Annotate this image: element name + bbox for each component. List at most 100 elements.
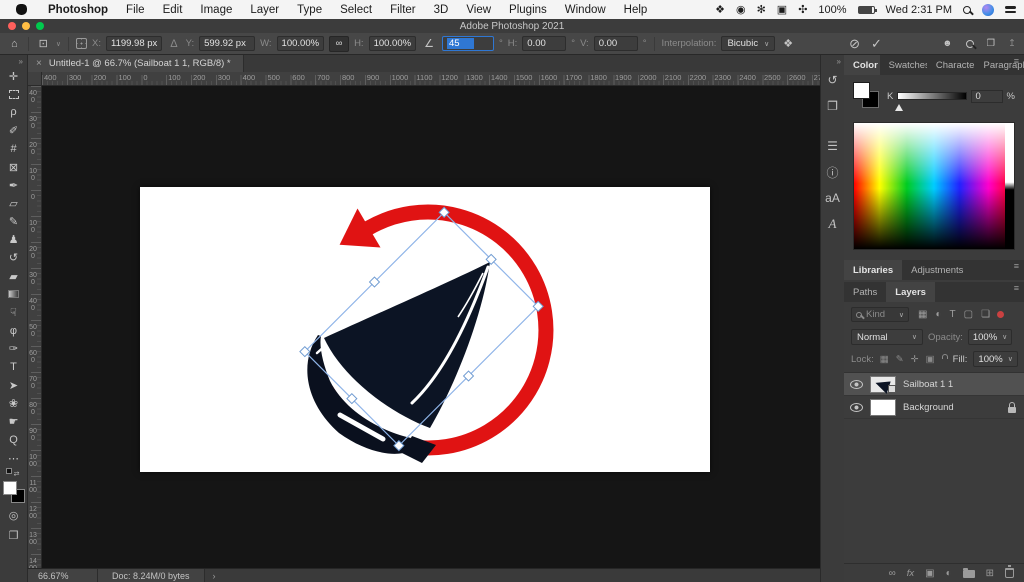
tab-paths[interactable]: Paths [844,282,886,302]
screen-mode-icon[interactable]: ❐ [9,527,19,544]
k-value-field[interactable]: 0 [970,89,1003,103]
filter-smart-objects-icon[interactable]: ❏ [981,309,990,320]
filter-adjustment-layers-icon[interactable]: ◐ [935,309,941,320]
new-adjustment-layer-icon[interactable]: ◐ [946,568,952,579]
filter-shape-layers-icon[interactable]: ▢ [964,309,973,320]
canvas[interactable] [140,187,710,472]
zoom-window-button[interactable] [36,22,44,30]
k-slider-bar[interactable] [897,92,967,100]
tab-menu-icon[interactable]: ≡ [1014,284,1019,292]
status-options-chevron-icon[interactable]: › [205,571,224,581]
history-brush-tool[interactable]: ↺ [0,249,28,267]
layer-filtering-toggle[interactable] [997,311,1005,318]
minimize-window-button[interactable] [22,22,30,30]
apple-menu-icon[interactable] [16,4,27,15]
healing-brush-tool[interactable]: ▱ [0,194,28,212]
path-selection-tool[interactable]: ➤ [0,376,28,394]
menu-help[interactable]: Help [615,4,657,16]
filter-type-layers-icon[interactable]: T [950,309,956,320]
y-position-field[interactable]: 599.92 px [199,36,256,51]
workspace-switcher-icon[interactable]: ❐ [987,38,996,49]
zoom-tool[interactable]: Q [0,431,28,449]
gradient-tool[interactable] [0,285,28,303]
menu-edit[interactable]: Edit [154,4,192,16]
lock-artboard-icon[interactable]: ▣ [926,354,935,365]
opacity-dropdown[interactable]: 100% ∨ [967,329,1013,345]
character-styles-panel-icon[interactable]: A [821,211,845,237]
menu-photoshop[interactable]: Photoshop [39,4,117,16]
tab-character[interactable]: Character [927,55,975,75]
siri-icon[interactable] [982,3,994,16]
menu-file[interactable]: File [117,4,154,16]
tab-layers[interactable]: Layers [886,282,935,302]
tab-libraries[interactable]: Libraries [844,260,903,280]
document-size-info[interactable]: Doc: 8.24M/0 bytes [98,569,205,582]
lock-position-icon[interactable]: ✛ [911,354,919,365]
tool-preset-chevron-icon[interactable]: ∨ [56,40,61,48]
foreground-background-swatches[interactable] [2,481,25,504]
type-tool[interactable]: T [0,358,28,376]
panel-color-swatches[interactable] [853,82,879,108]
ruler-origin-corner[interactable] [28,72,42,86]
document-tab[interactable]: × Untitled-1 @ 66.7% (Sailboat 1 1, RGB/… [28,55,244,72]
info-panel-icon[interactable]: ⓘ [821,159,845,185]
filter-pixel-layers-icon[interactable]: ▦ [918,309,927,320]
add-layer-mask-icon[interactable]: ▣ [925,568,934,579]
close-document-icon[interactable]: × [36,58,42,69]
layer-row[interactable]: Background [844,396,1024,419]
menu-layer[interactable]: Layer [241,4,288,16]
smudge-tool[interactable]: ☟ [0,303,28,321]
menu-3d[interactable]: 3D [425,4,458,16]
dropbox-icon[interactable]: ❖ [715,3,725,16]
lasso-tool[interactable]: ρ [0,103,28,121]
new-layer-icon[interactable]: ⊞ [986,568,994,579]
collapse-tools-chevron-icon[interactable]: » [19,55,27,67]
control-center-icon[interactable] [1005,6,1016,13]
sailboat-graphic[interactable] [307,262,490,463]
export-panel-icon[interactable]: ❐ [821,93,845,119]
glyphs-panel-icon[interactable]: aA [821,185,845,211]
rotation-angle-field[interactable]: 45 [441,36,494,51]
eraser-tool[interactable]: ▰ [0,267,28,285]
share-icon[interactable]: ↥ [1008,38,1016,49]
history-panel-icon[interactable]: ↺ [821,67,845,93]
link-dimensions-icon[interactable]: ∞ [329,35,350,52]
delete-layer-icon[interactable] [1005,565,1014,578]
eyedropper-tool[interactable]: ✒ [0,176,28,194]
expand-dock-chevron-icon[interactable]: » [837,55,844,67]
grayscale-ramp[interactable] [1005,123,1014,249]
home-icon[interactable]: ⌂ [8,38,21,50]
warp-mode-icon[interactable]: ❖ [780,37,796,50]
cancel-transform-button[interactable]: ⊘ [846,36,863,52]
foreground-color-swatch[interactable] [2,481,17,496]
k-slider-handle[interactable] [895,103,903,111]
interpolation-dropdown[interactable]: Bicubic ∨ [721,36,776,51]
layer-thumbnail[interactable] [870,375,896,394]
target-icon[interactable]: ✣ [798,3,807,16]
menu-plugins[interactable]: Plugins [500,4,556,16]
dodge-tool[interactable]: φ [0,322,28,340]
layer-visibility-eye-icon[interactable] [850,379,863,389]
x-position-field[interactable]: 1199.98 px [105,36,163,51]
ps-search-icon[interactable] [965,39,974,48]
account-icon[interactable]: ☻ [943,38,953,49]
menu-select[interactable]: Select [331,4,381,16]
layer-row[interactable]: Sailboat 1 1 [844,373,1024,396]
clone-stamp-tool[interactable]: ♟ [0,231,28,249]
edit-toolbar-ellipsis[interactable]: ⋯ [0,449,28,467]
menu-clock[interactable]: Wed 2:31 PM [886,4,952,16]
frame-tool[interactable]: ⊠ [0,158,28,176]
spotlight-search-icon[interactable] [963,5,971,14]
gear-icon[interactable]: ✻ [757,3,766,16]
crop-tool[interactable]: # [0,140,28,158]
layer-filter-kind-dropdown[interactable]: Kind ∨ [851,307,909,322]
horizontal-ruler[interactable]: 400 300 200 100 0 100 200 300 400 500 600 700 800 900… [42,72,820,86]
tab-menu-icon[interactable]: ≡ [1014,57,1019,65]
lock-transparent-pixels-icon[interactable]: ▦ [880,354,889,365]
tab-adjustments[interactable]: Adjustments [902,260,972,280]
link-layers-icon[interactable]: ∞ [889,568,896,579]
marquee-tool[interactable] [0,85,28,103]
move-tool[interactable]: ✛ [0,67,28,85]
relative-position-icon[interactable]: Δ [167,38,180,50]
commit-transform-button[interactable]: ✓ [868,36,885,52]
